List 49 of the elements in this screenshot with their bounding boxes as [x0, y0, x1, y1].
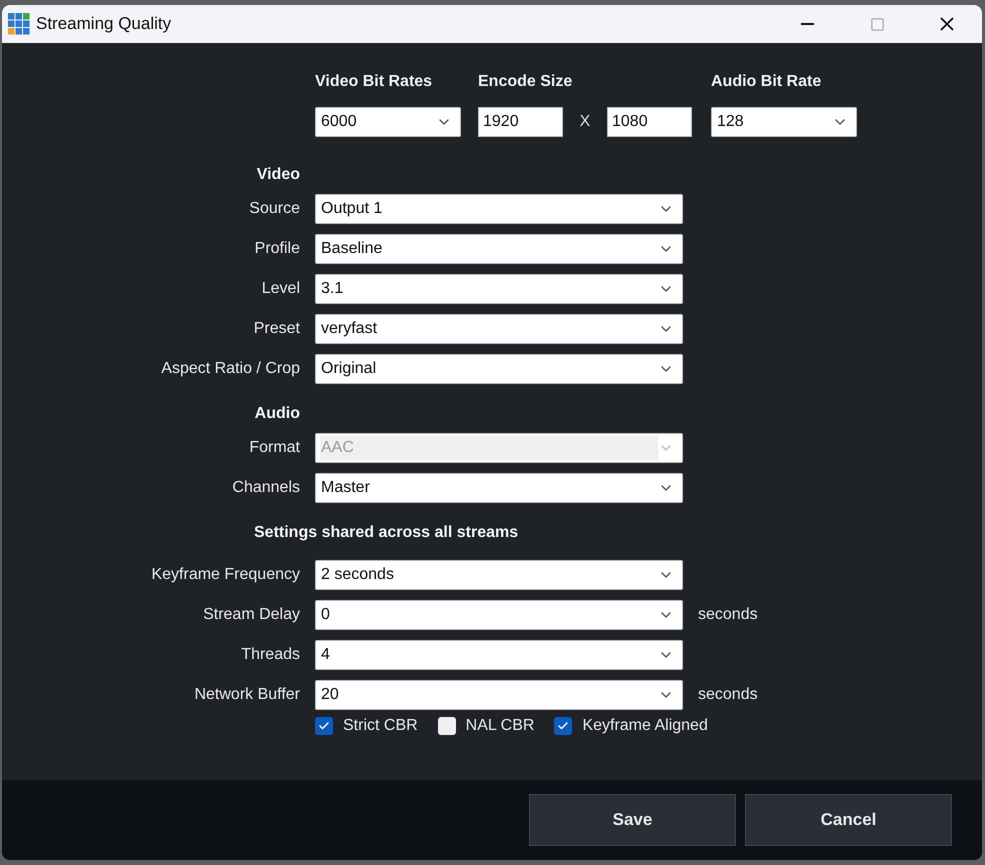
- height-field[interactable]: 1080: [607, 107, 692, 137]
- field-label: Format: [248, 439, 300, 457]
- checkbox[interactable]: NAL CBR: [438, 717, 534, 735]
- checkbox[interactable]: Keyframe Aligned: [554, 717, 708, 735]
- unit-label: seconds: [698, 686, 758, 704]
- save-button[interactable]: Save: [529, 794, 736, 846]
- field-label: Encode Size: [478, 73, 574, 91]
- field-label: Channels: [231, 479, 300, 497]
- dropdown[interactable]: 0: [315, 600, 683, 630]
- section-heading: Settings shared across all streams: [254, 524, 518, 542]
- field-label: Video Bit Rates: [315, 73, 434, 91]
- width-field[interactable]: 1920: [478, 107, 563, 137]
- window-title: Streaming Quality: [36, 14, 172, 34]
- dropdown[interactable]: 128: [711, 107, 857, 137]
- maximize-icon: [870, 16, 884, 32]
- field-label: Threads: [240, 646, 300, 664]
- cancel-button[interactable]: Cancel: [745, 794, 952, 846]
- checkbox-label: Keyframe Aligned: [582, 717, 708, 735]
- dropdown[interactable]: 4: [315, 640, 683, 670]
- checkbox-box[interactable]: [438, 717, 456, 735]
- dropdown[interactable]: Original: [315, 354, 683, 384]
- field-label: Profile: [254, 240, 300, 258]
- dropdown[interactable]: 2 seconds: [315, 560, 683, 590]
- dropdown[interactable]: 20: [315, 680, 683, 710]
- minimize-icon: [800, 23, 814, 25]
- field-label: Source: [248, 200, 300, 218]
- checkbox-box[interactable]: [315, 717, 333, 735]
- checkbox-box[interactable]: [554, 717, 572, 735]
- dropdown[interactable]: veryfast: [315, 314, 683, 344]
- dropdown[interactable]: 3.1: [315, 274, 683, 304]
- section-heading: Video: [256, 166, 300, 184]
- dropdown[interactable]: Output 1: [315, 194, 683, 224]
- field-label: Aspect Ratio / Crop: [160, 360, 300, 378]
- app-grid-icon: [8, 13, 30, 35]
- dropdown[interactable]: Baseline: [315, 234, 683, 264]
- dropdown[interactable]: 6000: [315, 107, 461, 137]
- separator-text: X: [578, 112, 592, 132]
- field-label: Keyframe Frequency: [150, 566, 300, 584]
- checkbox-label: Strict CBR: [343, 717, 418, 735]
- field-label: Stream Delay: [202, 606, 300, 624]
- dropdown[interactable]: Master: [315, 473, 683, 503]
- unit-label: seconds: [698, 606, 758, 624]
- checkbox[interactable]: Strict CBR: [315, 717, 418, 735]
- field-label: Network Buffer: [193, 686, 300, 704]
- field-label: Audio Bit Rate: [711, 73, 822, 91]
- field-label: Level: [260, 280, 300, 298]
- section-heading: Audio: [254, 405, 300, 423]
- checkbox-label: NAL CBR: [466, 717, 534, 735]
- field-label: Preset: [252, 320, 300, 338]
